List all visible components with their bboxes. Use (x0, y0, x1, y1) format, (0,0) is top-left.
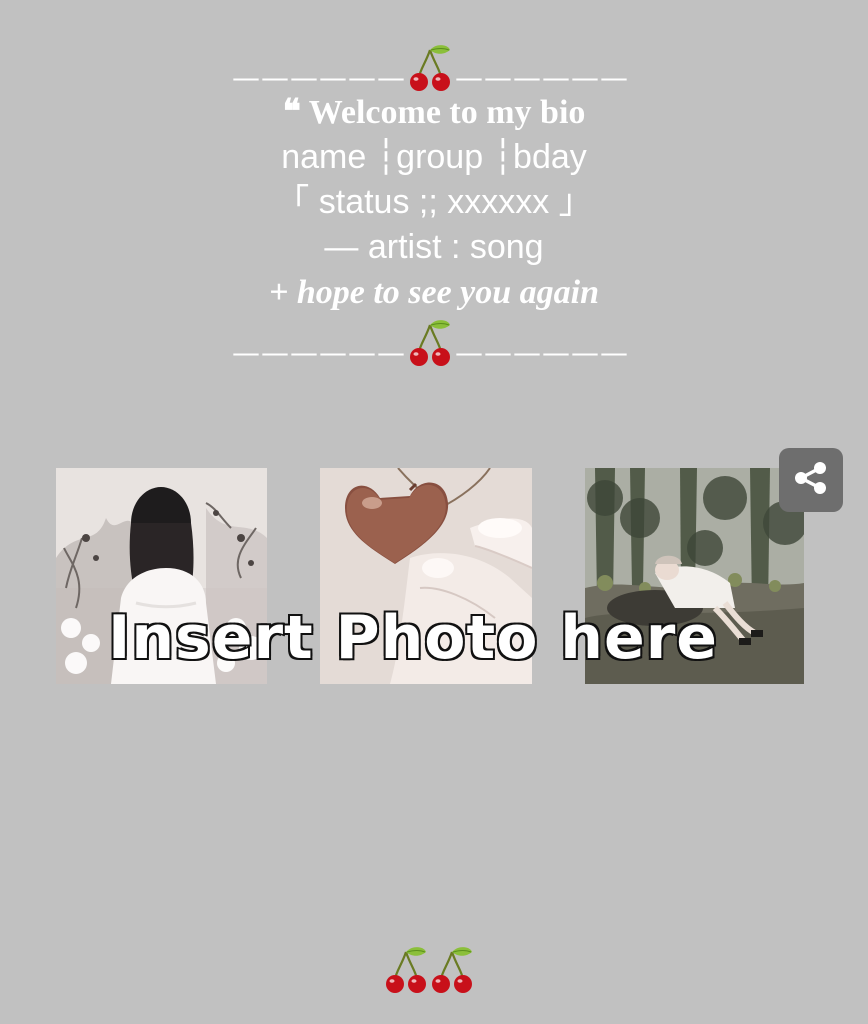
name-group-bday-line: name ┆group ┆bday (281, 138, 587, 176)
status-line: 「 status ;; xxxxxx 」 (275, 183, 593, 221)
insert-photo-overlay-text: Insert Photo here (107, 602, 719, 675)
divider-dash-left: —————— (232, 336, 406, 369)
divider-dash-left: —————— (232, 61, 406, 94)
welcome-heading: ❝ Welcome to my bio (282, 94, 586, 131)
cherry-icon (408, 319, 454, 367)
top-divider: —————— —————— (0, 40, 868, 92)
cherry-icon (408, 44, 454, 92)
share-icon (791, 458, 831, 503)
bottom-divider: —————— —————— (0, 315, 868, 367)
cherry-icon (430, 946, 476, 999)
footer-cherries (384, 946, 476, 996)
share-button[interactable] (779, 448, 843, 512)
artist-song-line: — artist : song (324, 228, 544, 266)
cherry-icon (384, 946, 430, 999)
divider-dash-right: —————— (455, 336, 629, 369)
bio-card: —————— —————— ❝ Welcome to my bio name ┆… (0, 40, 868, 367)
hope-line: + hope to see you again (268, 274, 600, 311)
divider-dash-right: —————— (455, 61, 629, 94)
